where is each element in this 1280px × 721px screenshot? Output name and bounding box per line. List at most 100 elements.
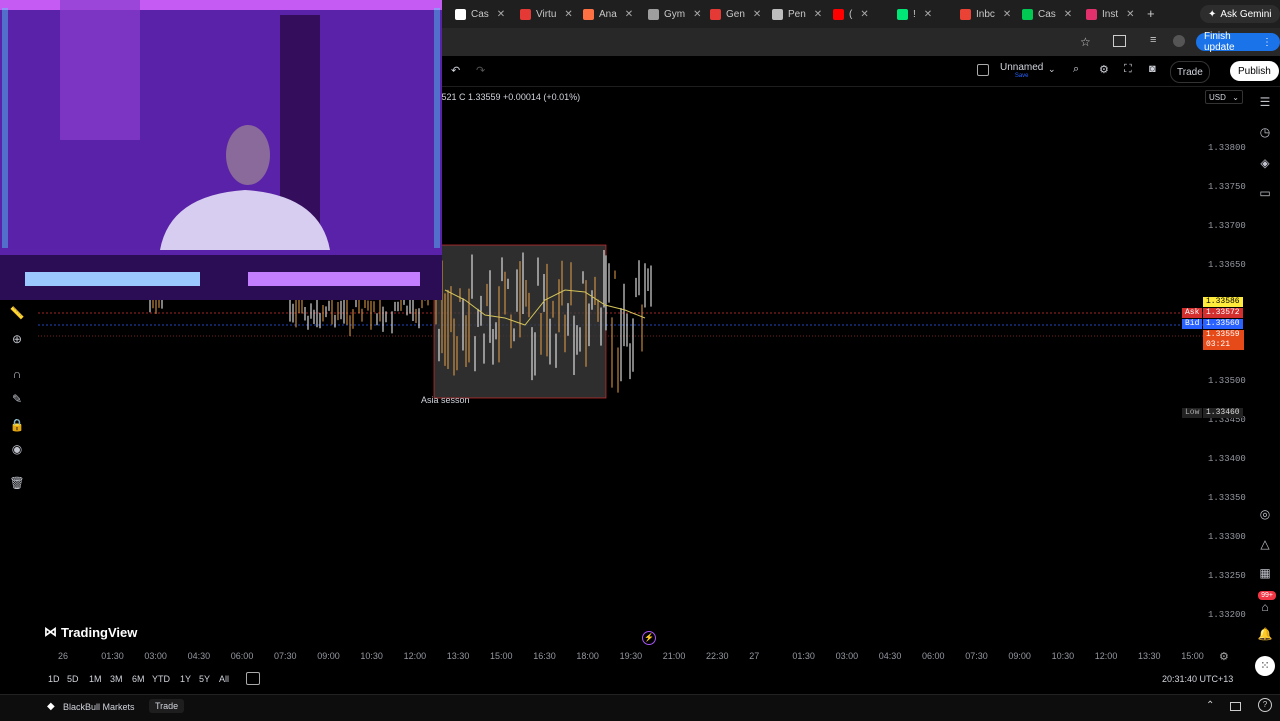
magnet-icon[interactable]: ∩ [9, 367, 25, 383]
currency-label: USD [1209, 92, 1226, 102]
price-tick-label: 1.33700 [1208, 221, 1246, 231]
tab-label: Gen [726, 8, 745, 20]
tradingview-logo-icon: ⋈ [44, 624, 57, 639]
ask-gemini-button[interactable]: ✦ Ask Gemini [1200, 5, 1280, 23]
calendar-icon[interactable]: ▦ [1257, 566, 1273, 582]
close-icon[interactable]: ✕ [1064, 9, 1072, 20]
browser-tab[interactable]: ! ✕ [897, 4, 932, 24]
close-icon[interactable]: ✕ [924, 9, 932, 20]
range-button[interactable]: 6M [132, 674, 145, 684]
help-icon[interactable]: ? [1258, 698, 1272, 712]
date-range-icon[interactable] [246, 672, 260, 685]
close-icon[interactable]: ✕ [497, 9, 505, 20]
close-icon[interactable]: ✕ [564, 9, 572, 20]
time-tick-label: 06:00 [230, 651, 254, 661]
range-button[interactable]: 3M [110, 674, 123, 684]
lightning-icon[interactable]: ⚡ [642, 631, 656, 645]
browser-tab[interactable]: Pen ✕ [772, 4, 822, 24]
browser-tab[interactable]: Gym ✕ [648, 4, 702, 24]
range-button[interactable]: YTD [152, 674, 170, 684]
finish-update-button[interactable]: Finish update ⋮ [1196, 31, 1280, 53]
time-tick-label: 07:30 [274, 651, 297, 661]
tab-label: ( [849, 8, 853, 20]
price-tick-label: 1.33650 [1208, 260, 1246, 270]
bell-icon[interactable]: 🔔 [1257, 627, 1273, 643]
layers-icon[interactable]: ◈ [1257, 156, 1273, 172]
search-icon[interactable]: ⌕ [1073, 63, 1079, 76]
close-icon[interactable]: ✕ [814, 9, 822, 20]
currency-select[interactable]: USD ⌄ [1205, 90, 1243, 104]
range-button[interactable]: 1D [48, 674, 60, 684]
chat-icon[interactable]: ▭ [1257, 186, 1273, 202]
browser-tab[interactable]: Gen ✕ [710, 4, 761, 24]
watchlist-icon[interactable]: ☰ [1257, 95, 1273, 111]
pencil-icon[interactable]: ✎ [9, 392, 25, 408]
layout-name[interactable]: Unnamed Save [1000, 62, 1043, 79]
axis-settings-icon[interactable]: ⚙ [1219, 650, 1229, 663]
time-tick-label: 03:00 [144, 651, 167, 661]
time-tick-label: 01:30 [792, 651, 815, 661]
bookmark-star-icon[interactable]: ☆ [1080, 35, 1091, 49]
close-icon[interactable]: ✕ [753, 9, 761, 20]
zoom-in-icon[interactable]: ⊕ [9, 332, 25, 348]
range-button[interactable]: 5Y [199, 674, 210, 684]
browser-tab[interactable]: Ana ✕ [583, 4, 633, 24]
new-tab-button[interactable]: + [1147, 6, 1155, 21]
profile-avatar[interactable] [1173, 35, 1185, 47]
trade-label: Trade [1177, 66, 1203, 78]
lock-icon[interactable]: 🔒 [9, 418, 25, 434]
webcam-scene [0, 0, 442, 300]
close-icon[interactable]: ✕ [1003, 9, 1011, 20]
maximize-icon[interactable] [1230, 702, 1241, 711]
target-icon[interactable]: ◎ [1257, 507, 1273, 523]
range-button[interactable]: 5D [67, 674, 79, 684]
chevron-down-icon[interactable]: ⌄ [1048, 64, 1056, 75]
close-icon[interactable]: ✕ [625, 9, 633, 20]
clock-readout[interactable]: 20:31:40 UTC+13 [1162, 674, 1233, 684]
range-button[interactable]: 1M [89, 674, 102, 684]
browser-tab[interactable]: Virtu ✕ [520, 4, 573, 24]
tab-favicon-icon [455, 8, 466, 20]
range-button[interactable]: 1Y [180, 674, 191, 684]
low-tag-label: Low [1182, 408, 1203, 418]
footer-trade-button[interactable]: Trade [149, 699, 185, 713]
collapse-icon[interactable]: ⌃ [1206, 700, 1214, 711]
eye-icon[interactable]: ◉ [9, 442, 25, 458]
tab-favicon-icon [1022, 8, 1033, 20]
time-tick-label: 15:00 [1181, 651, 1204, 661]
ruler-icon[interactable]: 📏 [9, 306, 25, 322]
layout-checkbox[interactable] [977, 64, 989, 76]
broker-logo-icon: ◆ [47, 701, 55, 712]
settings-icon[interactable]: ⚙ [1099, 63, 1109, 76]
close-icon[interactable]: ✕ [860, 9, 868, 20]
media-icon[interactable]: ≡ [1150, 34, 1156, 46]
trash-icon[interactable]: 🗑 [9, 476, 25, 492]
sidepanel-icon[interactable] [1113, 35, 1126, 47]
price-tick-label: 1.33350 [1208, 493, 1246, 503]
browser-tab[interactable]: Inst ✕ [1086, 4, 1135, 24]
undo-icon[interactable]: ↶ [451, 64, 460, 77]
camera-icon[interactable]: ◙ [1149, 63, 1156, 75]
watermark-label: TradingView [61, 624, 138, 640]
bid-tag-label: Bid [1182, 319, 1203, 329]
fullscreen-icon[interactable]: ⛶ [1124, 63, 1132, 76]
range-button[interactable]: All [219, 674, 229, 684]
broadcast-icon[interactable]: ⌂ [1257, 600, 1273, 616]
browser-tab[interactable]: Inbc ✕ [960, 4, 1011, 24]
browser-tab[interactable]: (✕ [833, 4, 869, 24]
price-tick-label: 1.33200 [1208, 610, 1246, 620]
redo-icon[interactable]: ↷ [476, 64, 485, 77]
apps-grid-icon[interactable]: ⁙ [1255, 656, 1275, 676]
browser-tab[interactable]: Cas ✕ [455, 4, 505, 24]
alerts-clock-icon[interactable]: ◷ [1257, 125, 1273, 141]
close-icon[interactable]: ✕ [693, 9, 701, 20]
tab-favicon-icon [648, 8, 659, 20]
ideas-icon[interactable]: △ [1257, 537, 1273, 553]
trade-button[interactable]: Trade [1170, 61, 1210, 83]
close-icon[interactable]: ✕ [1126, 9, 1134, 20]
browser-tab[interactable]: Cas ✕ [1022, 4, 1072, 24]
broker-name[interactable]: BlackBull Markets [63, 702, 135, 712]
time-tick-label: 15:00 [490, 651, 513, 661]
session-label: Asia sesson [421, 395, 470, 405]
publish-button[interactable]: Publish [1230, 61, 1279, 81]
